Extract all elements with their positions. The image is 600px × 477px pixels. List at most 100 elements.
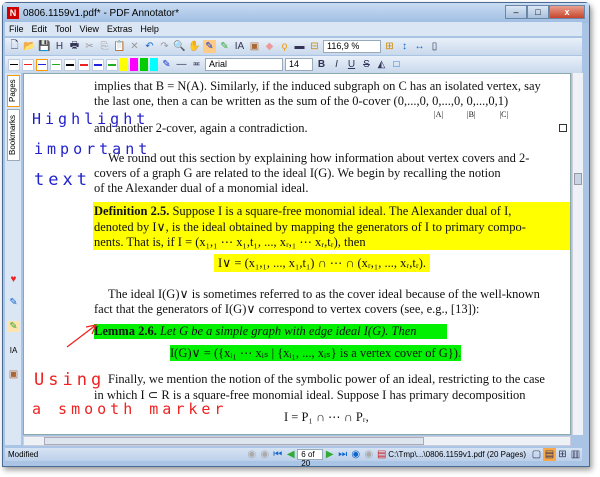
- menu-tool[interactable]: Tool: [55, 24, 72, 34]
- next-page-icon[interactable]: ▶: [323, 448, 336, 461]
- delete-icon[interactable]: ✕: [128, 40, 141, 53]
- lemma-text: Let G be a simple graph with edge ideal …: [156, 324, 417, 338]
- undo-icon[interactable]: ↶: [143, 40, 156, 53]
- border-color-icon[interactable]: □: [390, 58, 403, 71]
- arrow-annotation[interactable]: [64, 320, 104, 350]
- open-icon[interactable]: 📂: [23, 40, 36, 53]
- prev-page-icon[interactable]: ◀: [284, 448, 297, 461]
- ink-annotation[interactable]: Highlight: [32, 110, 149, 128]
- redo-icon[interactable]: ↷: [158, 40, 171, 53]
- find-icon[interactable]: 🔍: [173, 40, 186, 53]
- scroll-thumb[interactable]: [574, 173, 582, 185]
- print-icon[interactable]: 🖶: [68, 40, 81, 53]
- pen-preset-red-thin[interactable]: [22, 58, 34, 71]
- main-toolbar: 🗋 📂 💾 H 🖶 ✂ ⎘ 📋 ✕ ↶ ↷ 🔍 ✋ ✎ ✎ IA ▣ ◆ ϙ ▬…: [5, 38, 582, 55]
- pdf-file-icon: ▤: [377, 449, 387, 460]
- single-page-view-icon[interactable]: ▢: [530, 448, 543, 461]
- menu-edit[interactable]: Edit: [32, 24, 48, 34]
- underbrace-labels: |A| |B| |C|: [434, 110, 509, 119]
- pen-preset-black[interactable]: [64, 58, 76, 71]
- continuous-view-icon[interactable]: ▤: [543, 448, 556, 461]
- pen-toolbar: ✎ — ≖ Arial 14 B I U S ◭ □: [5, 56, 582, 73]
- sidebar: Pages Bookmarks ♥ ✎ ✎ IA ▣: [5, 73, 21, 445]
- font-size-select[interactable]: 14: [285, 58, 313, 71]
- highlighter-magenta[interactable]: [130, 58, 138, 71]
- fit-width-icon[interactable]: ↔: [413, 40, 426, 53]
- save-icon[interactable]: 💾: [38, 40, 51, 53]
- zoom-select[interactable]: 116,9 %: [323, 40, 381, 53]
- favorites-icon[interactable]: ♥: [8, 274, 19, 285]
- two-page-view-icon[interactable]: ⊞: [556, 448, 569, 461]
- fill-color-icon[interactable]: ◭: [375, 58, 388, 71]
- image-icon[interactable]: ▬: [293, 40, 306, 53]
- pen-preset-red[interactable]: [78, 58, 90, 71]
- new-icon[interactable]: 🗋: [8, 40, 21, 53]
- eraser-icon[interactable]: ◆: [263, 40, 276, 53]
- pen-preset-blue[interactable]: [92, 58, 104, 71]
- minimize-button[interactable]: –: [505, 5, 527, 19]
- lasso-icon[interactable]: ϙ: [278, 40, 291, 53]
- maximize-button[interactable]: □: [527, 5, 549, 19]
- close-button[interactable]: x: [549, 5, 585, 19]
- back-icon[interactable]: ◉: [245, 448, 258, 461]
- ink-annotation[interactable]: a smooth marker: [32, 400, 227, 418]
- font-select[interactable]: Arial: [205, 58, 283, 71]
- pen-preset-green[interactable]: [106, 58, 118, 71]
- copy-icon[interactable]: ⎘: [98, 40, 111, 53]
- text-tool-icon[interactable]: IA: [233, 40, 246, 53]
- pen-preset-green-thin[interactable]: [50, 58, 62, 71]
- highlighter-green[interactable]: [140, 58, 148, 71]
- zoom-out-icon[interactable]: ⊟: [308, 40, 321, 53]
- menu-help[interactable]: Help: [140, 24, 159, 34]
- menu-file[interactable]: File: [9, 24, 24, 34]
- pen-color-icon[interactable]: ✎: [160, 58, 173, 71]
- pen-tool-icon[interactable]: ✎: [203, 40, 216, 53]
- full-page-icon[interactable]: ▯: [428, 40, 441, 53]
- text-line: implies that B = N(A). Similarly, if the…: [94, 79, 541, 93]
- horizontal-scrollbar[interactable]: [23, 436, 571, 446]
- pen-preset-blue-thin[interactable]: [36, 58, 48, 71]
- tab-bookmarks[interactable]: Bookmarks: [7, 109, 20, 161]
- highlighter-icon[interactable]: ✎: [8, 321, 19, 332]
- hand-tool-icon[interactable]: ✋: [188, 40, 201, 53]
- last-page-icon[interactable]: ⏭: [336, 448, 349, 461]
- equation: I = P₁ ∩ ⋯ ∩ Pᵣ,: [284, 410, 369, 424]
- menu-bar: File Edit Tool View Extras Help: [5, 22, 582, 36]
- zoom-in-icon[interactable]: ⊞: [383, 40, 396, 53]
- pen-preset-black-thin[interactable]: [8, 58, 20, 71]
- text-icon[interactable]: IA: [8, 345, 19, 356]
- highlighter-cyan[interactable]: [150, 58, 158, 71]
- menu-view[interactable]: View: [80, 24, 99, 34]
- forward-icon[interactable]: ◉: [258, 448, 271, 461]
- underline-button[interactable]: U: [345, 58, 358, 71]
- page-number-field[interactable]: 6 of 20: [297, 449, 324, 468]
- stamp-icon[interactable]: ▣: [8, 369, 19, 380]
- highlighter-icon[interactable]: ✎: [218, 40, 231, 53]
- ink-annotation[interactable]: text: [34, 170, 91, 190]
- vertical-scrollbar[interactable]: [572, 73, 583, 435]
- cut-icon[interactable]: ✂: [83, 40, 96, 53]
- menu-extras[interactable]: Extras: [107, 24, 133, 34]
- ink-annotation[interactable]: Using: [34, 370, 105, 390]
- italic-button[interactable]: I: [330, 58, 343, 71]
- paste-icon[interactable]: 📋: [113, 40, 126, 53]
- ink-annotation[interactable]: important: [34, 140, 151, 158]
- fit-height-icon[interactable]: ↕: [398, 40, 411, 53]
- history-forward-icon[interactable]: ◉: [362, 448, 375, 461]
- window-title: 0806.1159v1.pdf* - PDF Annotator*: [23, 7, 180, 19]
- first-page-icon[interactable]: ⏮: [271, 448, 284, 461]
- save-as-icon[interactable]: H: [53, 40, 66, 53]
- line-style-icon[interactable]: —: [175, 58, 188, 71]
- pen-icon[interactable]: ✎: [8, 297, 19, 308]
- highlighter-yellow[interactable]: [120, 58, 128, 71]
- two-continuous-view-icon[interactable]: ▥: [569, 448, 582, 461]
- tab-pages[interactable]: Pages: [7, 75, 20, 107]
- stamp-icon[interactable]: ▣: [248, 40, 261, 53]
- history-back-icon[interactable]: ◉: [349, 448, 362, 461]
- strikethrough-button[interactable]: S: [360, 58, 373, 71]
- status-bar: Modified ◉ ◉ ⏮ ◀ 6 of 20 ▶ ⏭ ◉ ◉ ▤ C:\Tm…: [5, 448, 582, 468]
- line-width-icon[interactable]: ≖: [190, 58, 203, 71]
- document-view[interactable]: implies that B = N(A). Similarly, if the…: [23, 73, 571, 435]
- bold-button[interactable]: B: [315, 58, 328, 71]
- scroll-thumb[interactable]: [44, 437, 424, 445]
